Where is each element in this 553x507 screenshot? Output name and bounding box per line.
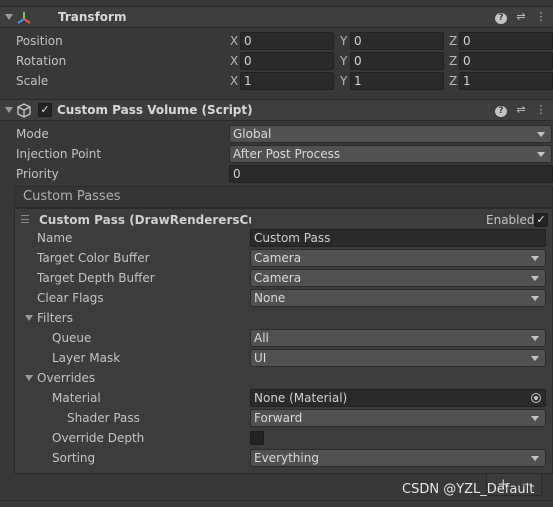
chevron-down-icon bbox=[531, 276, 539, 281]
scale-x-field[interactable]: 1 bbox=[240, 72, 334, 90]
layer-mask-label: Layer Mask bbox=[52, 351, 121, 365]
chevron-down-icon bbox=[531, 336, 539, 341]
presets-icon[interactable]: ⇌ bbox=[515, 103, 527, 117]
target-color-buffer-dropdown[interactable]: Camera bbox=[250, 249, 546, 267]
script-component-icon bbox=[17, 103, 31, 118]
override-depth-label: Override Depth bbox=[52, 431, 145, 445]
rotation-label: Rotation bbox=[16, 54, 67, 68]
filters-label[interactable]: Filters bbox=[37, 311, 73, 325]
rotation-x-field[interactable]: 0 bbox=[240, 52, 334, 70]
transform-title: Transform bbox=[58, 10, 127, 24]
queue-value: All bbox=[254, 331, 269, 345]
chevron-down-icon bbox=[537, 132, 545, 137]
position-z-field[interactable]: 0 bbox=[459, 32, 553, 50]
queue-dropdown[interactable]: All bbox=[250, 329, 546, 347]
presets-icon[interactable]: ⇌ bbox=[515, 10, 527, 24]
help-icon[interactable]: ? bbox=[495, 10, 507, 24]
target-depth-buffer-label: Target Depth Buffer bbox=[37, 271, 155, 285]
priority-field[interactable]: 0 bbox=[229, 165, 553, 183]
axis-y-label[interactable]: Y bbox=[340, 74, 347, 88]
layer-mask-value: UI bbox=[254, 351, 267, 365]
pass-enabled-checkbox[interactable]: ✓ bbox=[534, 213, 548, 227]
shader-pass-value: Forward bbox=[254, 411, 303, 425]
queue-label: Queue bbox=[52, 331, 92, 345]
layer-mask-dropdown[interactable]: UI bbox=[250, 349, 546, 367]
material-label: Material bbox=[52, 391, 101, 405]
injection-point-label: Injection Point bbox=[16, 147, 102, 161]
watermark-text: CSDN @YZL_Default bbox=[402, 482, 535, 497]
axis-x-label[interactable]: X bbox=[230, 54, 238, 68]
target-color-buffer-value: Camera bbox=[254, 251, 302, 265]
sorting-value: Everything bbox=[254, 451, 319, 465]
sorting-dropdown[interactable]: Everything bbox=[250, 449, 546, 467]
chevron-down-icon bbox=[531, 256, 539, 261]
pass-title: Custom Pass (DrawRenderersCusto bbox=[39, 213, 251, 227]
position-x-field[interactable]: 0 bbox=[240, 32, 334, 50]
more-icon[interactable]: ⋮ bbox=[535, 10, 547, 24]
name-field[interactable]: Custom Pass bbox=[250, 229, 546, 247]
scale-label: Scale bbox=[16, 74, 49, 88]
more-icon[interactable]: ⋮ bbox=[535, 103, 547, 117]
mode-dropdown[interactable]: Global bbox=[229, 125, 552, 143]
axis-y-label[interactable]: Y bbox=[340, 34, 347, 48]
shader-pass-label: Shader Pass bbox=[67, 411, 140, 425]
scale-z-field[interactable]: 1 bbox=[459, 72, 553, 90]
mode-label: Mode bbox=[16, 127, 49, 141]
target-color-buffer-label: Target Color Buffer bbox=[37, 251, 150, 265]
custom-passes-header: Custom Passes bbox=[14, 186, 553, 208]
transform-axes-icon bbox=[17, 12, 31, 24]
chevron-down-icon bbox=[531, 356, 539, 361]
name-label: Name bbox=[37, 231, 73, 245]
component-title: Custom Pass Volume (Script) bbox=[57, 103, 253, 117]
rotation-z-field[interactable]: 0 bbox=[459, 52, 553, 70]
position-y-field[interactable]: 0 bbox=[350, 32, 444, 50]
mode-value: Global bbox=[233, 127, 272, 141]
priority-label: Priority bbox=[16, 167, 59, 181]
custom-pass-volume-header[interactable]: ✓ Custom Pass Volume (Script) ? ⇌ ⋮ bbox=[0, 99, 553, 121]
custom-passes-title: Custom Passes bbox=[23, 189, 121, 204]
clear-flags-dropdown[interactable]: None bbox=[250, 289, 546, 307]
collapse-arrow-icon[interactable] bbox=[5, 107, 13, 113]
clear-flags-value: None bbox=[254, 291, 286, 305]
axis-z-label[interactable]: Z bbox=[449, 54, 457, 68]
target-depth-buffer-dropdown[interactable]: Camera bbox=[250, 269, 546, 287]
position-label: Position bbox=[16, 34, 63, 48]
chevron-down-icon bbox=[537, 152, 545, 157]
chevron-down-icon bbox=[531, 296, 539, 301]
axis-y-label[interactable]: Y bbox=[340, 54, 347, 68]
chevron-down-icon bbox=[531, 416, 539, 421]
help-icon[interactable]: ? bbox=[495, 103, 507, 117]
object-picker-icon[interactable] bbox=[531, 393, 541, 403]
filters-foldout-icon[interactable] bbox=[25, 315, 33, 321]
chevron-down-icon bbox=[531, 456, 539, 461]
component-enabled-checkbox[interactable]: ✓ bbox=[38, 103, 52, 117]
bottom-divider bbox=[0, 500, 553, 501]
material-object-field[interactable]: None (Material) bbox=[250, 389, 546, 407]
injection-point-dropdown[interactable]: After Post Process bbox=[229, 145, 552, 163]
material-value: None (Material) bbox=[254, 391, 348, 405]
injection-point-value: After Post Process bbox=[233, 147, 341, 161]
target-depth-buffer-value: Camera bbox=[254, 271, 302, 285]
transform-header[interactable]: Transform ? ⇌ ⋮ bbox=[0, 6, 553, 28]
shader-pass-dropdown[interactable]: Forward bbox=[250, 409, 546, 427]
rotation-y-field[interactable]: 0 bbox=[350, 52, 444, 70]
axis-z-label[interactable]: Z bbox=[449, 34, 457, 48]
drag-handle-icon[interactable] bbox=[21, 215, 29, 223]
clear-flags-label: Clear Flags bbox=[37, 291, 104, 305]
overrides-foldout-icon[interactable] bbox=[25, 375, 33, 381]
axis-z-label[interactable]: Z bbox=[449, 74, 457, 88]
sorting-label: Sorting bbox=[52, 451, 96, 465]
axis-x-label[interactable]: X bbox=[230, 74, 238, 88]
scale-y-field[interactable]: 1 bbox=[350, 72, 444, 90]
overrides-label[interactable]: Overrides bbox=[37, 371, 95, 385]
collapse-arrow-icon[interactable] bbox=[5, 14, 13, 20]
axis-x-label[interactable]: X bbox=[230, 34, 238, 48]
enabled-label: Enabled bbox=[486, 213, 535, 227]
override-depth-checkbox[interactable] bbox=[250, 431, 264, 445]
